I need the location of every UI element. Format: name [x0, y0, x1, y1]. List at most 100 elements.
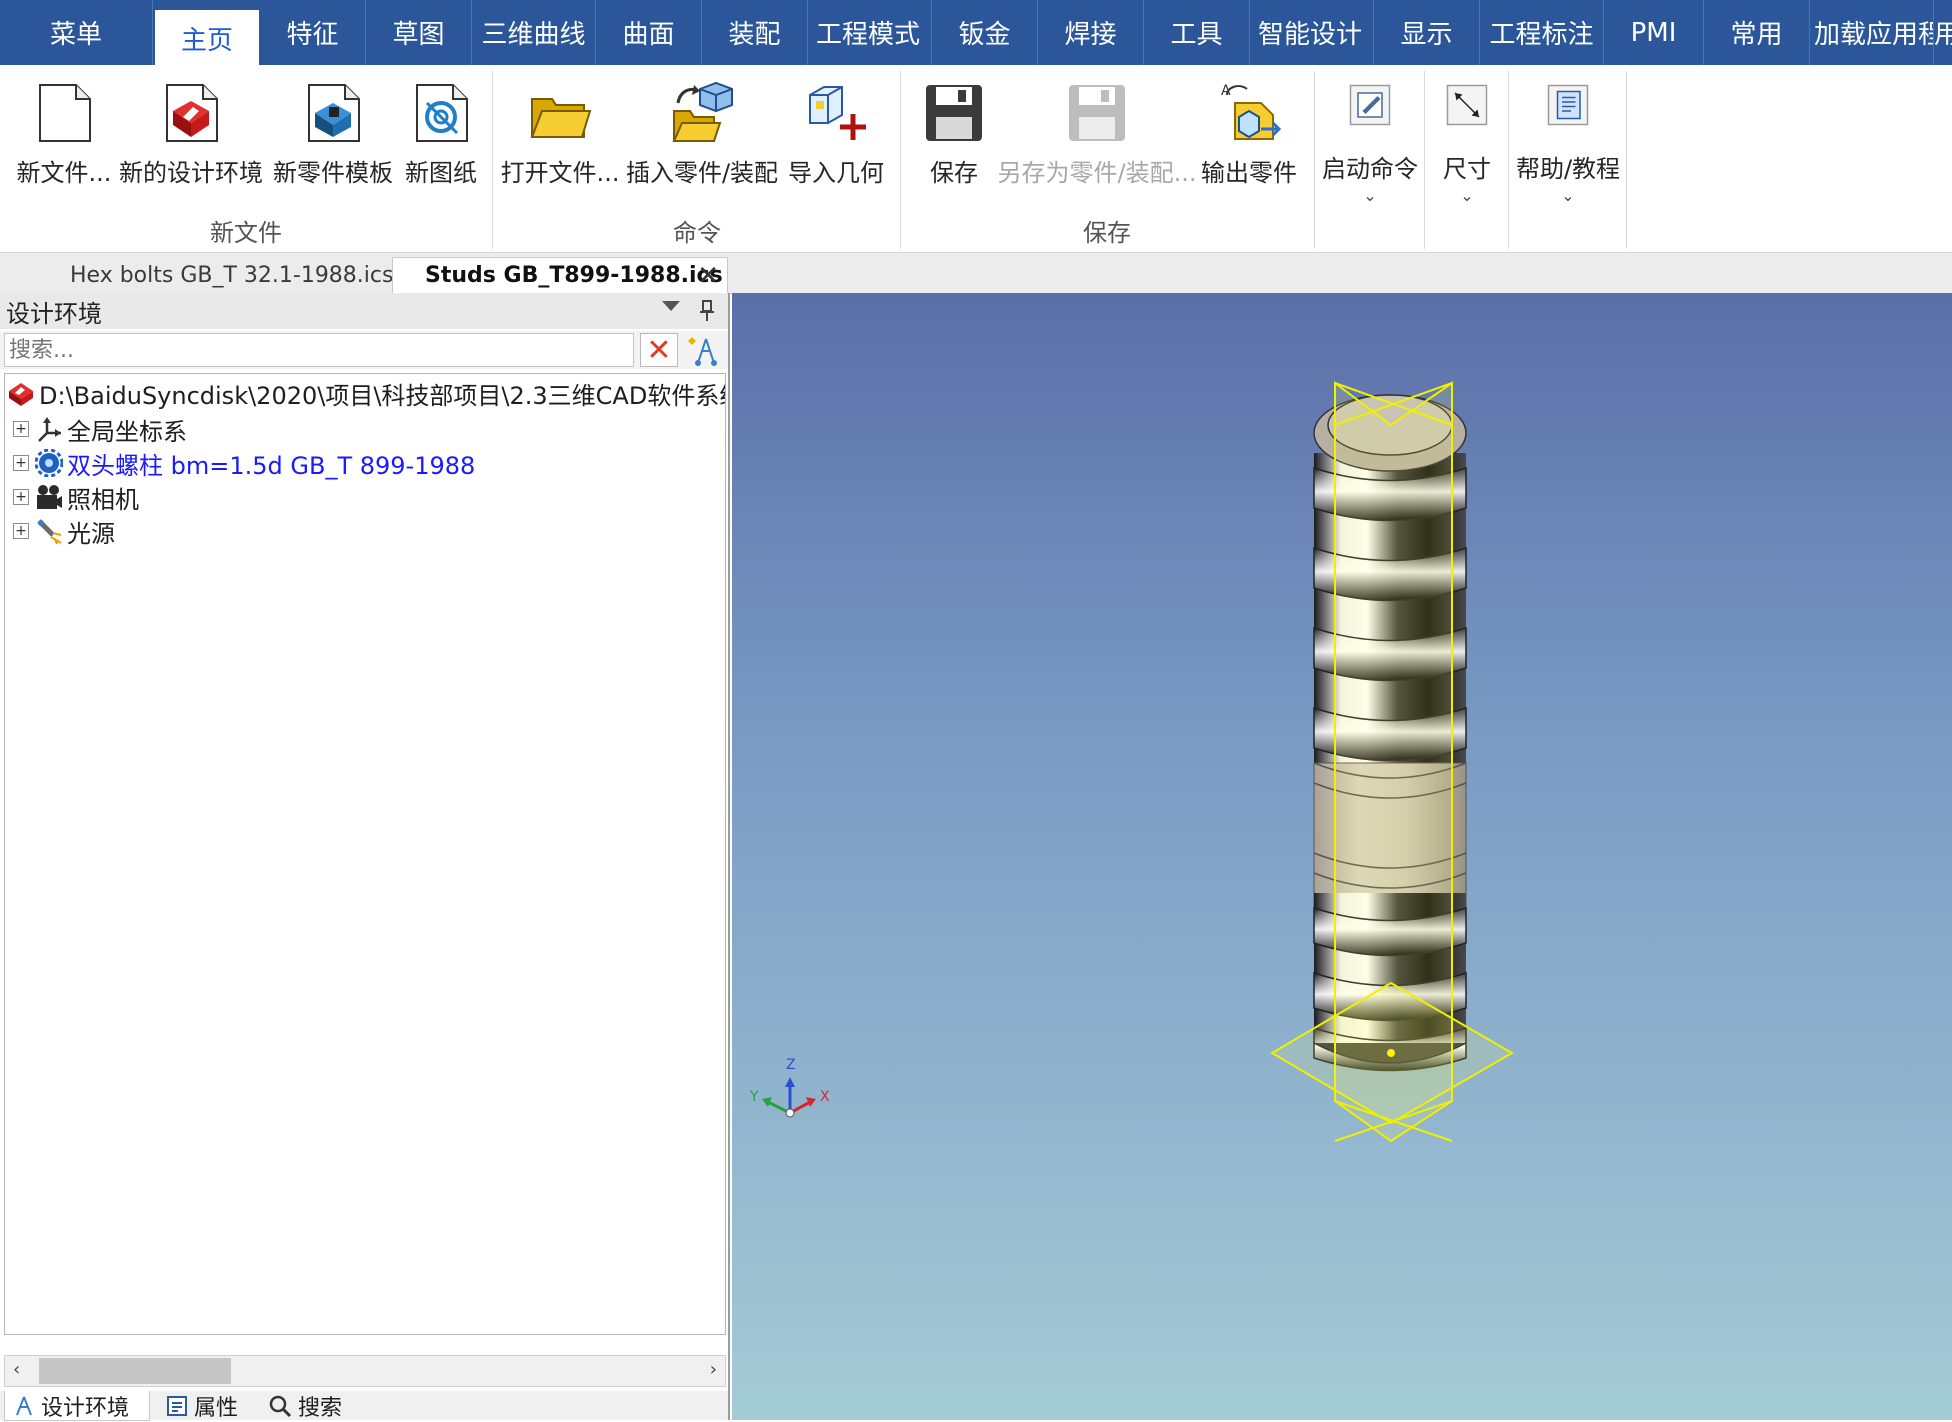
tab-sheet-metal[interactable]: 钣金	[932, 0, 1038, 65]
group-label-save: 保存	[1083, 219, 1131, 247]
tab-engineering-annotation[interactable]: 工程标注	[1480, 0, 1604, 65]
tab-load-apps[interactable]: 加载应用程	[1810, 0, 1934, 65]
axis-label-x: X	[820, 1089, 830, 1105]
tree-expand-icon[interactable]: +	[13, 421, 29, 437]
export-part-icon: A	[1221, 83, 1281, 140]
svg-text:A: A	[1221, 83, 1231, 99]
tree-item-label: 双头螺柱 bm=1.5d GB_T 899-1988	[67, 451, 476, 480]
document-tab-label: Hex bolts GB_T 32.1-1988.ics	[70, 262, 394, 288]
tree-expand-icon[interactable]: +	[13, 455, 29, 471]
design-tree-icon	[16, 1396, 32, 1415]
document-tab-studs[interactable]: Studs GB_T899-1988.ics ✕	[392, 257, 728, 293]
floppy-disk-disabled-icon	[1069, 85, 1125, 141]
horizontal-scrollbar[interactable]: ‹ ›	[4, 1355, 726, 1387]
launch-command-label: 启动命令	[1322, 155, 1418, 183]
tree-item-label: 全局坐标系	[67, 417, 187, 446]
design-environment-panel: 设计环境 ✕ D:\BaiduSyncdisk\2020\项目\科技部项目\2.…	[0, 293, 730, 1421]
stud-model[interactable]: Z Y X	[732, 293, 1952, 1420]
document-tab-hex-bolts[interactable]: Hex bolts GB_T 32.1-1988.ics	[40, 257, 393, 293]
search-input[interactable]	[4, 333, 634, 367]
scrollbar-thumb[interactable]	[39, 1358, 231, 1384]
axis-triad-icon[interactable]: Z Y X	[749, 1057, 830, 1118]
tab-display[interactable]: 显示	[1374, 0, 1480, 65]
import-geometry-label: 导入几何	[788, 159, 884, 187]
launch-command-button[interactable]: 启动命令 ⌄	[1316, 75, 1424, 225]
close-tab-icon[interactable]: ✕	[697, 261, 719, 291]
tab-overflow[interactable]: 用	[1934, 0, 1952, 65]
ribbon-group-separator	[1424, 71, 1425, 249]
reference-planes[interactable]	[1270, 381, 1514, 1143]
tree-item-stud-part[interactable]: + 双头螺柱 bm=1.5d GB_T 899-1988	[13, 446, 475, 480]
bottom-tab-label: 设计环境	[41, 1395, 130, 1421]
bottom-tab-label: 属性	[194, 1396, 239, 1421]
open-folder-icon	[530, 98, 592, 138]
new-drawing-label: 新图纸	[405, 159, 477, 187]
ribbon-group-separator	[1626, 71, 1627, 249]
tab-engineering-mode[interactable]: 工程模式	[808, 0, 932, 65]
gear-part-icon	[35, 449, 63, 477]
tree-item-light-source[interactable]: + 光源	[13, 514, 115, 548]
scroll-right-icon[interactable]: ›	[710, 1359, 717, 1380]
tab-surface[interactable]: 曲面	[596, 0, 702, 65]
new-drawing-button[interactable]: 新图纸	[400, 75, 482, 225]
tab-properties[interactable]: 属性	[166, 1391, 262, 1421]
origin-point[interactable]	[1387, 1049, 1395, 1057]
export-part-button[interactable]: A 输出零件	[1196, 75, 1302, 225]
scroll-left-icon[interactable]: ‹	[13, 1359, 20, 1380]
tree-root-item[interactable]: D:\BaiduSyncdisk\2020\项目\科技部项目\2.3三维CAD软…	[7, 376, 726, 410]
import-geometry-button[interactable]: 导入几何	[786, 75, 886, 225]
tab-sketch[interactable]: 草图	[366, 0, 472, 65]
pin-icon[interactable]	[698, 299, 716, 323]
search-row: ✕	[0, 331, 728, 369]
insert-part-assembly-button[interactable]: 插入零件/装配	[620, 75, 784, 225]
tab-menu[interactable]: 菜单	[0, 0, 153, 65]
tree-item-camera[interactable]: + 照相机	[13, 480, 139, 514]
tab-home[interactable]: 主页	[155, 10, 259, 67]
3d-viewport[interactable]: Z Y X	[732, 293, 1952, 1420]
save-as-part-button[interactable]: 另存为零件/装配...	[998, 75, 1197, 225]
tab-tools[interactable]: 工具	[1144, 0, 1250, 65]
floppy-disk-icon	[926, 85, 982, 141]
panel-dropdown-icon[interactable]	[662, 301, 680, 311]
panel-bottom-tabs: 设计环境 属性 搜索	[0, 1391, 728, 1421]
tab-assembly[interactable]: 装配	[702, 0, 808, 65]
properties-icon	[167, 1396, 187, 1416]
tree-item-global-coordinate-system[interactable]: + 全局坐标系	[13, 412, 187, 446]
help-tutorial-button[interactable]: 帮助/教程 ⌄	[1510, 75, 1626, 225]
design-environment-icon	[9, 383, 33, 406]
tab-3d-curve[interactable]: 三维曲线	[472, 0, 596, 65]
document-tab-label: Studs GB_T899-1988.ics	[425, 263, 723, 288]
new-design-environment-label: 新的设计环境	[119, 159, 263, 187]
search-icon	[269, 1395, 292, 1418]
dimension-icon	[1446, 84, 1488, 126]
open-file-button[interactable]: 打开文件...	[501, 75, 619, 225]
panel-header: 设计环境	[0, 293, 728, 329]
tree-item-label: 照相机	[67, 485, 139, 514]
tab-pmi[interactable]: PMI	[1604, 0, 1704, 65]
dimension-button[interactable]: 尺寸 ⌄	[1426, 75, 1508, 225]
new-design-environment-button[interactable]: 新的设计环境	[116, 75, 266, 225]
save-label: 保存	[930, 159, 978, 187]
chevron-down-icon: ⌄	[1561, 186, 1575, 205]
tab-features[interactable]: 特征	[260, 0, 366, 65]
camera-icon	[37, 485, 62, 509]
chevron-down-icon: ⌄	[1363, 186, 1377, 205]
help-tutorial-label: 帮助/教程	[1515, 155, 1621, 183]
tree-expand-icon[interactable]: +	[13, 489, 29, 505]
tree-expand-icon[interactable]: +	[13, 523, 29, 539]
tab-welding[interactable]: 焊接	[1038, 0, 1144, 65]
tree-root-label: D:\BaiduSyncdisk\2020\项目\科技部项目\2.3三维CAD软…	[39, 381, 726, 410]
clear-search-icon[interactable]: ✕	[640, 333, 678, 368]
tab-common[interactable]: 常用	[1704, 0, 1810, 65]
help-book-icon	[1547, 84, 1589, 126]
tab-smart-design[interactable]: 智能设计	[1250, 0, 1374, 65]
new-part-template-button[interactable]: 新零件模板	[268, 75, 398, 225]
tab-search[interactable]: 搜索	[268, 1391, 364, 1421]
tab-design-environment[interactable]: 设计环境	[4, 1391, 150, 1421]
ribbon-group-separator	[900, 71, 901, 249]
save-button[interactable]: 保存	[910, 75, 998, 225]
filter-tree-icon[interactable]	[688, 335, 722, 367]
new-file-button[interactable]: 新文件...	[14, 75, 114, 225]
ribbon-group-separator	[492, 71, 493, 249]
part-template-icon	[308, 84, 360, 142]
